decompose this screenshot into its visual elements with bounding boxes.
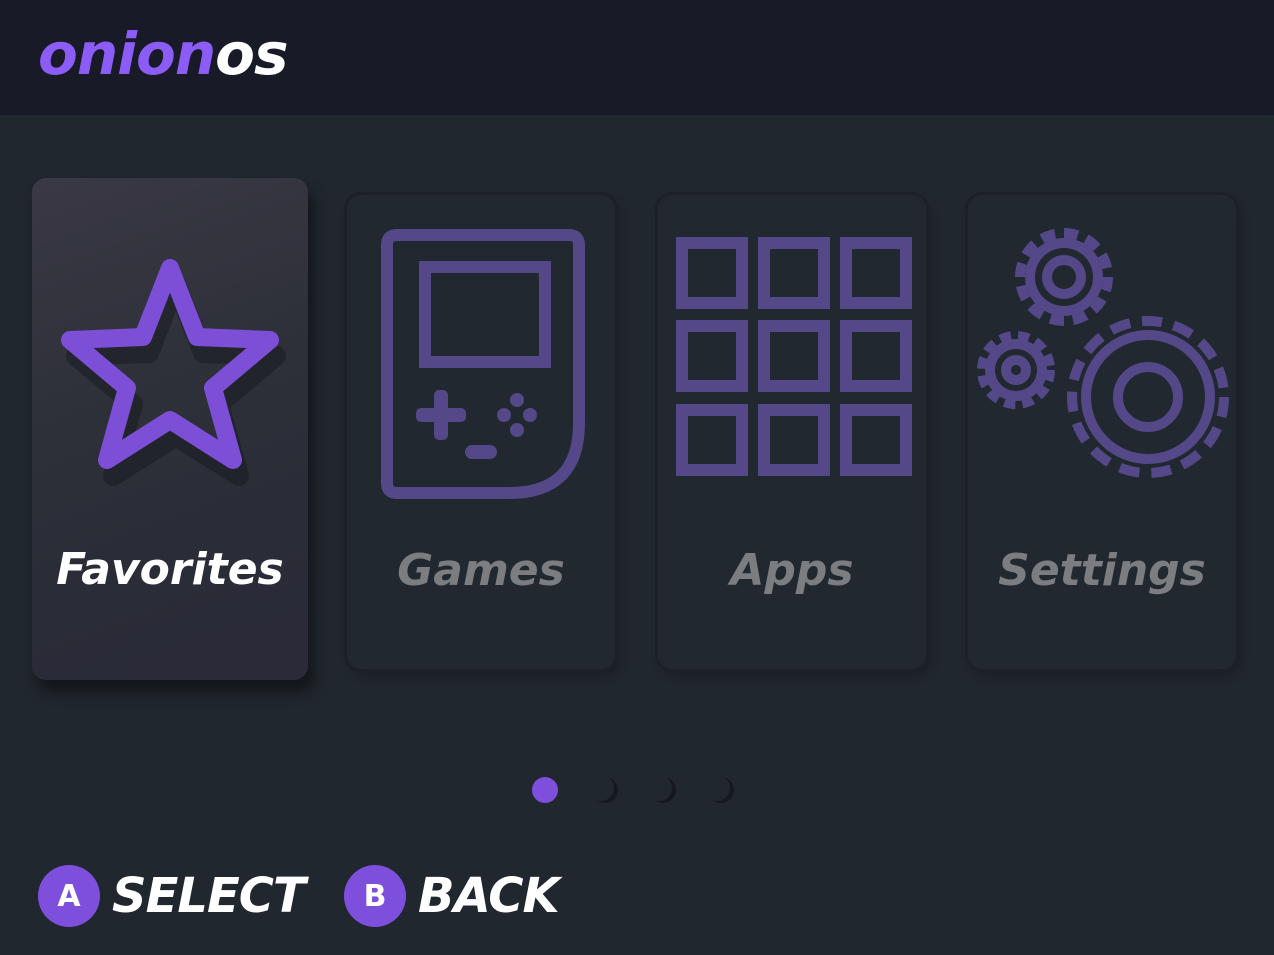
- back-hint: B BACK: [344, 865, 560, 927]
- gears-icon: [968, 225, 1236, 515]
- top-bar: onionos: [0, 0, 1274, 115]
- menu-item-games[interactable]: Games: [347, 195, 615, 669]
- onionos-logo: onionos: [38, 16, 289, 92]
- page-dot: [592, 777, 618, 803]
- menu-item-label: Favorites: [56, 544, 284, 595]
- menu-item-label: Games: [397, 545, 565, 596]
- select-hint: A SELECT: [38, 865, 306, 927]
- menu-item-settings[interactable]: Settings: [968, 195, 1236, 669]
- logo-part-onion: onion: [38, 20, 216, 88]
- gameboy-icon: [347, 225, 615, 515]
- page-dot-active: [532, 777, 558, 803]
- menu-item-label: Settings: [998, 545, 1206, 596]
- star-icon: [32, 208, 308, 498]
- page-indicator: [530, 775, 750, 805]
- page-dot: [708, 777, 734, 803]
- back-label: BACK: [418, 868, 560, 924]
- apps-grid-icon: [658, 225, 926, 515]
- logo-part-os: os: [215, 20, 288, 88]
- a-button-icon: A: [38, 865, 100, 927]
- b-button-icon: B: [344, 865, 406, 927]
- select-label: SELECT: [112, 868, 306, 924]
- menu-item-apps[interactable]: Apps: [658, 195, 926, 669]
- page-dot: [650, 777, 676, 803]
- menu-item-label: Apps: [730, 545, 854, 596]
- menu-item-favorites[interactable]: Favorites: [32, 178, 308, 680]
